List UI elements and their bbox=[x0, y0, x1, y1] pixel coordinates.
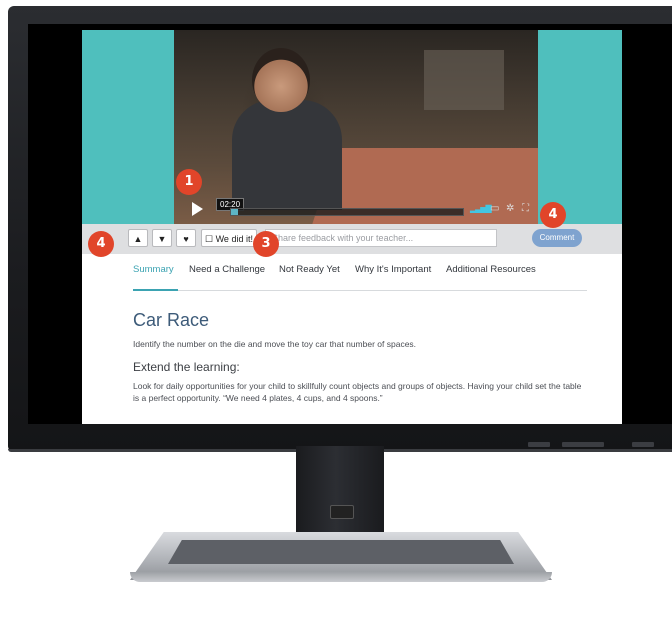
section-body: Look for daily opportunities for your ch… bbox=[133, 381, 582, 403]
activity-content: Summary Need a Challenge Not Ready Yet W… bbox=[82, 254, 622, 424]
play-icon[interactable] bbox=[192, 202, 203, 216]
cable-slot bbox=[330, 505, 354, 519]
monitor-stand-neck bbox=[296, 446, 384, 546]
monitor-stand-base-top bbox=[168, 540, 514, 564]
thumbs-down-icon: ▼ bbox=[157, 234, 167, 244]
video-child-head bbox=[252, 48, 310, 112]
active-tab-indicator bbox=[133, 289, 178, 291]
page-title: Car Race bbox=[133, 310, 210, 330]
monitor-power-button bbox=[632, 442, 654, 447]
comment-button[interactable]: Comment bbox=[532, 229, 582, 247]
fullscreen-icon[interactable]: ⛶ bbox=[522, 203, 529, 214]
thumbs-up-button[interactable]: ▲ bbox=[128, 229, 148, 247]
settings-icon[interactable]: ✲ bbox=[506, 203, 514, 214]
callout-badge-4-right: 4 bbox=[540, 202, 566, 228]
volume-icon[interactable]: ▂▃▅▇ bbox=[470, 204, 492, 213]
tab-need-a-challenge[interactable]: Need a Challenge bbox=[189, 264, 265, 275]
monitor-input-button bbox=[528, 442, 550, 447]
thumbs-down-button[interactable]: ▼ bbox=[152, 229, 172, 247]
tab-additional-resources[interactable]: Additional Resources bbox=[446, 264, 536, 275]
monitor-menu-buttons bbox=[562, 442, 604, 447]
thumbs-up-icon: ▲ bbox=[133, 234, 143, 244]
tab-summary[interactable]: Summary bbox=[133, 264, 174, 275]
heart-icon: ♥ bbox=[183, 234, 189, 244]
screen: 02:20 ▂▃▅▇ ▭ ✲ ⛶ ▲ ▼ ♥ ☐ We did it! Comm… bbox=[28, 24, 672, 424]
callout-badge-3: 3 bbox=[253, 231, 279, 257]
tab-why-its-important[interactable]: Why It's Important bbox=[355, 264, 431, 275]
feedback-bar: ▲ ▼ ♥ ☐ We did it! Comment bbox=[82, 224, 622, 254]
video-player[interactable] bbox=[174, 30, 538, 224]
video-progress-fill bbox=[231, 209, 238, 215]
we-did-it-button[interactable]: ☐ We did it! bbox=[201, 229, 257, 247]
captions-icon[interactable]: ▭ bbox=[490, 203, 499, 214]
feedback-input[interactable] bbox=[265, 229, 497, 247]
section-heading: Extend the learning: bbox=[133, 360, 240, 374]
heart-button[interactable]: ♥ bbox=[176, 229, 196, 247]
tab-divider bbox=[133, 290, 587, 291]
activity-description: Identify the number on the die and move … bbox=[133, 339, 417, 349]
monitor-stand-base-front bbox=[130, 572, 552, 582]
callout-badge-1: 1 bbox=[176, 169, 202, 195]
video-progress-bar[interactable] bbox=[230, 208, 464, 216]
video-background bbox=[424, 50, 504, 110]
video-child-body bbox=[232, 100, 342, 210]
callout-badge-4-left: 4 bbox=[88, 231, 114, 257]
tab-not-ready-yet[interactable]: Not Ready Yet bbox=[279, 264, 340, 275]
video-controls: 02:20 ▂▃▅▇ ▭ ✲ ⛶ bbox=[174, 196, 538, 222]
monitor-bezel: 02:20 ▂▃▅▇ ▭ ✲ ⛶ ▲ ▼ ♥ ☐ We did it! Comm… bbox=[8, 6, 672, 452]
